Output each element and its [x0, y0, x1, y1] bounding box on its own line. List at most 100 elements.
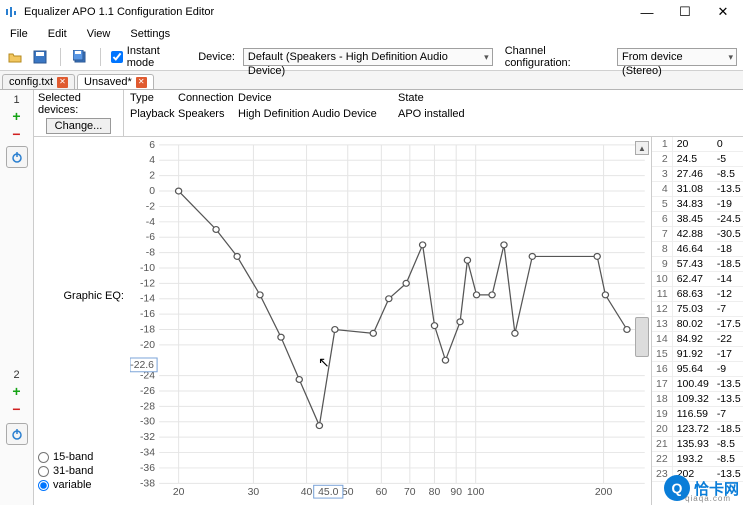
- svg-text:80: 80: [429, 487, 441, 498]
- close-icon[interactable]: ✕: [136, 77, 147, 88]
- scroll-up-button[interactable]: ▲: [635, 141, 649, 155]
- tab-label: Unsaved*: [84, 76, 132, 88]
- svg-text:0: 0: [149, 186, 155, 197]
- svg-text:-32: -32: [140, 432, 155, 443]
- instant-mode-checkbox[interactable]: Instant mode: [111, 45, 186, 69]
- save-icon[interactable]: [31, 47, 50, 67]
- table-row[interactable]: 17100.49-13.5: [652, 377, 743, 392]
- scroll-handle[interactable]: [635, 317, 649, 357]
- svg-text:100: 100: [467, 487, 485, 498]
- svg-text:90: 90: [450, 487, 462, 498]
- table-row[interactable]: 638.45-24.5: [652, 212, 743, 227]
- remove-icon[interactable]: −: [12, 126, 20, 142]
- table-row[interactable]: 534.83-19: [652, 197, 743, 212]
- table-row[interactable]: 19116.59-7: [652, 407, 743, 422]
- svg-text:-22.6: -22.6: [130, 360, 154, 371]
- svg-text:-20: -20: [140, 340, 155, 351]
- eq-data-table: 1200224.5-5327.46-8.5431.08-13.5534.83-1…: [651, 137, 743, 505]
- menu-view[interactable]: View: [79, 26, 119, 42]
- svg-text:-2: -2: [146, 202, 156, 213]
- svg-text:-14: -14: [140, 294, 155, 305]
- toolbar-separator: [60, 48, 61, 66]
- titlebar: Equalizer APO 1.1 Configuration Editor —…: [0, 0, 743, 24]
- table-row[interactable]: 1275.03-7: [652, 302, 743, 317]
- device-combo[interactable]: Default (Speakers - High Definition Audi…: [243, 48, 493, 66]
- svg-text:-8: -8: [146, 248, 156, 259]
- table-row[interactable]: 1484.92-22: [652, 332, 743, 347]
- maximize-button[interactable]: ☐: [673, 3, 697, 21]
- table-row[interactable]: 742.88-30.5: [652, 227, 743, 242]
- selected-devices-label: Selected devices:: [38, 92, 119, 116]
- svg-text:-28: -28: [140, 402, 155, 413]
- menu-file[interactable]: File: [2, 26, 36, 42]
- table-row[interactable]: 846.64-18: [652, 242, 743, 257]
- left-rail: 1 + − 2 + −: [0, 90, 34, 505]
- table-row[interactable]: 957.43-18.5: [652, 257, 743, 272]
- svg-text:-36: -36: [140, 463, 155, 474]
- radio-31band[interactable]: 31-band: [38, 465, 128, 477]
- table-row[interactable]: 1062.47-14: [652, 272, 743, 287]
- add-icon[interactable]: +: [12, 108, 20, 124]
- table-row[interactable]: 23202-13.5: [652, 467, 743, 482]
- radio-variable[interactable]: variable: [38, 479, 128, 491]
- open-icon[interactable]: [6, 47, 25, 67]
- remove-icon[interactable]: −: [12, 401, 20, 417]
- table-row[interactable]: 224.5-5: [652, 152, 743, 167]
- close-button[interactable]: ✕: [711, 3, 735, 21]
- svg-text:50: 50: [342, 487, 354, 498]
- close-icon[interactable]: ✕: [57, 77, 68, 88]
- table-row[interactable]: 1168.63-12: [652, 287, 743, 302]
- device-label: Device:: [198, 51, 235, 63]
- add-icon[interactable]: +: [12, 383, 20, 399]
- app-icon: [4, 5, 18, 19]
- power-toggle[interactable]: [6, 423, 28, 445]
- channel-config-label: Channel configuration:: [505, 45, 609, 69]
- menu-settings[interactable]: Settings: [122, 26, 178, 42]
- tab-config[interactable]: config.txt ✕: [2, 74, 75, 89]
- power-toggle[interactable]: [6, 146, 28, 168]
- eq-chart[interactable]: 6420-2-4-6-8-10-12-14-16-18-20-24-26-28-…: [130, 139, 651, 503]
- table-row[interactable]: Playback Speakers High Definition Audio …: [124, 106, 743, 122]
- table-row[interactable]: 1380.02-17.5: [652, 317, 743, 332]
- eq-area: Graphic EQ: 15-band 31-band variable 6 4 2…: [34, 137, 743, 505]
- row-index: 1: [9, 94, 25, 106]
- svg-text:200: 200: [595, 487, 613, 498]
- table-row[interactable]: 21135.93-8.5: [652, 437, 743, 452]
- table-row[interactable]: 22193.2-8.5: [652, 452, 743, 467]
- svg-text:2: 2: [149, 171, 155, 182]
- graphic-eq-label: Graphic EQ:: [38, 290, 128, 302]
- table-row[interactable]: 431.08-13.5: [652, 182, 743, 197]
- row-index: 2: [9, 369, 25, 381]
- svg-text:20: 20: [173, 487, 185, 498]
- table-row[interactable]: 1200: [652, 137, 743, 152]
- svg-text:45.0: 45.0: [318, 487, 339, 498]
- channel-config-combo[interactable]: From device (Stereo): [617, 48, 737, 66]
- radio-15band[interactable]: 15-band: [38, 451, 128, 463]
- svg-text:-30: -30: [140, 417, 155, 428]
- toolbar: Instant mode Device: Default (Speakers -…: [0, 43, 743, 71]
- menu-edit[interactable]: Edit: [40, 26, 75, 42]
- svg-text:4: 4: [149, 155, 155, 166]
- minimize-button[interactable]: —: [635, 3, 659, 21]
- svg-text:-18: -18: [140, 325, 155, 336]
- svg-text:-12: -12: [140, 279, 155, 290]
- col-connection: Connection: [178, 92, 238, 104]
- instant-mode-label: Instant mode: [127, 45, 186, 69]
- table-row[interactable]: 20123.72-18.5: [652, 422, 743, 437]
- device-table: Type Connection Device State Playback Sp…: [124, 90, 743, 136]
- svg-text:-34: -34: [140, 448, 155, 459]
- svg-text:6: 6: [149, 140, 155, 151]
- svg-text:-4: -4: [146, 217, 156, 228]
- table-row[interactable]: 1695.64-9: [652, 362, 743, 377]
- save-all-icon[interactable]: [71, 47, 90, 67]
- col-type: Type: [130, 92, 178, 104]
- tab-unsaved[interactable]: Unsaved* ✕: [77, 74, 154, 89]
- table-row[interactable]: 1591.92-17: [652, 347, 743, 362]
- col-device: Device: [238, 92, 398, 104]
- table-row[interactable]: 18109.32-13.5: [652, 392, 743, 407]
- change-button[interactable]: Change...: [46, 118, 112, 134]
- svg-text:-16: -16: [140, 309, 155, 320]
- svg-text:70: 70: [404, 487, 416, 498]
- table-row[interactable]: 327.46-8.5: [652, 167, 743, 182]
- menubar: File Edit View Settings: [0, 24, 743, 43]
